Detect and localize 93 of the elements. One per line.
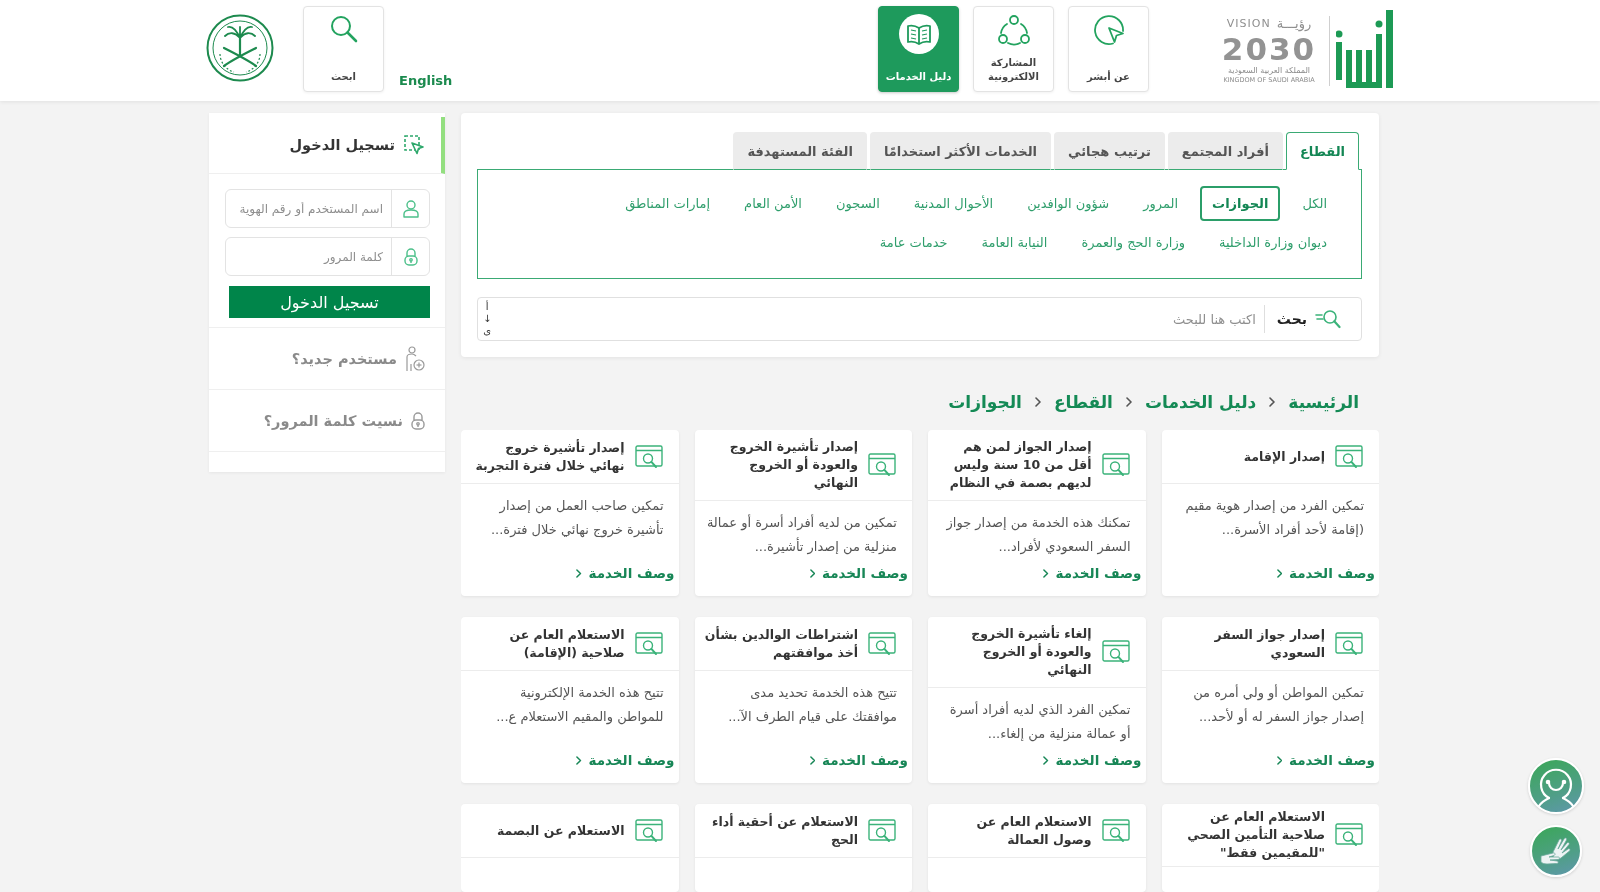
chevron-icon <box>576 755 582 765</box>
breadcrumb-link[interactable]: القطاع <box>1053 392 1113 412</box>
service-title: الاستعلام العام عن صلاحية (الإقامة) <box>508 625 625 662</box>
chevron-icon <box>1125 397 1132 407</box>
service-link[interactable]: وصف الخدمة <box>1043 746 1142 768</box>
chevron-icon <box>1034 397 1041 407</box>
service-title: إصدار الإقامة <box>1242 447 1325 466</box>
logo-text: المملكة العربية السعودية <box>1227 66 1311 76</box>
service-title: الاستعلام عن البصمة <box>495 821 625 840</box>
language-link[interactable]: English <box>399 73 453 88</box>
search-input[interactable]: اكتب هنا للبحث <box>493 298 1256 340</box>
service-link[interactable]: وصف الخدمة <box>576 559 675 581</box>
search-icon <box>1315 309 1341 329</box>
logo-year: 2030 <box>1221 32 1317 66</box>
window-search-icon <box>868 818 896 843</box>
sidebar-link[interactable]: نسيت كلمة المرور؟ <box>209 390 445 452</box>
tab[interactable]: ترتيب هجائي <box>1054 132 1165 170</box>
sector-chip[interactable]: الجوازات <box>1200 186 1281 221</box>
service-title: الاستعلام العام عن وصول العمالة <box>975 812 1092 849</box>
service-description: تتيح هذه الخدمة الإلكترونية للمواطن والمقيم الاستعلام ع... <box>495 684 664 727</box>
window-search-icon <box>868 631 896 656</box>
search-icon <box>328 14 359 44</box>
service-description: تمكين المواطن أو ولي أمره من إصدار جواز السفر له أو لأحد... <box>1192 683 1364 727</box>
nav-tile[interactable]: المشاركة الالكترونية <box>973 6 1054 92</box>
nav-tile[interactable]: دليل الخدمات <box>878 6 959 92</box>
service-description: تمكين الفرد الذي لديه أفراد أسرة أو عمالة منزلية من إلغاء... <box>948 700 1131 744</box>
window-search-icon <box>868 453 896 477</box>
window-search-icon <box>1101 818 1130 843</box>
service-title: إصدار الجواز لمن هم أقل من 10 سنة وليس لديهم بصمة في النظام <box>948 438 1092 492</box>
login-title: تسجيل الدخول <box>289 137 395 153</box>
service-title: إصدار تأشيرة الخروج والعودة أو الخروج النهائي <box>728 438 858 492</box>
window-search-icon <box>1335 444 1363 469</box>
cursor-select-icon <box>404 135 424 155</box>
chevron-icon <box>1276 568 1282 578</box>
chevron-icon <box>1043 568 1049 578</box>
search-tile[interactable]: ابحث <box>303 6 384 92</box>
smiley-button[interactable] <box>1528 758 1584 814</box>
service-link[interactable]: وصف الخدمة <box>1043 559 1142 581</box>
service-link[interactable]: وصف الخدمة <box>809 746 908 768</box>
chevron-icon <box>1269 397 1276 407</box>
service-title: الاستعلام عن أحقية أداء الحج <box>711 812 858 849</box>
hands-button[interactable] <box>1530 825 1582 877</box>
lock-icon <box>411 411 425 430</box>
lock-icon <box>403 247 418 266</box>
service-title: اشتراطات الوالدين بشأن أخذ موافقتهم <box>703 625 858 662</box>
service-title: الاستعلام العام عن صلاحية التأمين الصحي "للمقيمين فقط" <box>1186 808 1325 862</box>
user-plus-icon <box>405 345 425 372</box>
logo-text: رؤيـــة <box>1276 16 1312 32</box>
chevron-icon <box>1043 755 1049 765</box>
window-search-icon <box>1335 823 1363 847</box>
search-field[interactable]: بحث اكتب هنا للبحث أ ↓ ى <box>477 297 1362 341</box>
chevron-icon <box>809 755 815 765</box>
window-search-icon <box>634 818 663 843</box>
tab[interactable]: الخدمات الأكثر استخدامًا <box>869 132 1052 170</box>
sidebar-link[interactable]: مستخدم جديد؟ <box>209 328 445 390</box>
service-title: إصدار تأشيرة خروج نهائي خلال فترة التجربة <box>474 438 625 475</box>
pointer-circle-icon <box>1092 14 1125 46</box>
logo-text: VISION <box>1226 16 1271 32</box>
tab[interactable]: الفئة المستهدفة <box>733 132 867 170</box>
window-search-icon <box>1101 453 1130 477</box>
login-button[interactable]: تسجيل الدخول <box>229 286 430 318</box>
service-description: تمكين صاحب العمل من إصدار تأشيرة خروج نهائي خلال فترة... <box>489 497 664 540</box>
breadcrumb-link[interactable]: دليل الخدمات <box>1144 392 1257 412</box>
service-title: إلغاء تأشيرة الخروج والعودة أو الخروج النهائي <box>970 625 1092 679</box>
hands-icon <box>1539 836 1573 866</box>
palm-swords-emblem-icon <box>206 14 274 82</box>
chevron-icon <box>576 568 582 578</box>
sort-toggle[interactable]: أ ↓ ى <box>481 301 494 337</box>
window-search-icon <box>634 631 663 656</box>
service-link[interactable]: وصف الخدمة <box>1276 559 1375 581</box>
window-search-icon <box>1335 631 1363 656</box>
service-link[interactable]: وصف الخدمة <box>809 559 908 581</box>
network-icon <box>996 14 1031 46</box>
service-description: تمكين الفرد من إصدار هوية مقيم (إقامة لأحد أفراد الأسرة... <box>1184 497 1364 540</box>
breadcrumb-link[interactable]: الجوازات <box>948 392 1022 412</box>
breadcrumb-link[interactable]: الرئيسية <box>1288 392 1359 412</box>
search-button[interactable]: بحث <box>1276 309 1341 329</box>
chevron-icon <box>1276 755 1282 765</box>
service-description: تتيح هذه الخدمة تحديد مدى موافقتك على قيام الطرف الآ... <box>727 684 897 727</box>
service-title: إصدار جواز السفر السعودي <box>1213 625 1325 662</box>
password-field[interactable]: كلمة المرور <box>225 237 430 276</box>
chevron-icon <box>809 568 815 578</box>
service-description: تمكين من لديه أفراد أسرة أو عمالة منزلية من إصدار تأشيرة... <box>705 513 897 557</box>
window-search-icon <box>634 444 663 469</box>
tab[interactable]: القطاع <box>1285 132 1359 170</box>
book-icon <box>898 14 939 54</box>
service-link[interactable]: وصف الخدمة <box>576 746 675 768</box>
tab[interactable]: أفراد المجتمع <box>1167 132 1283 170</box>
nav-tile[interactable]: عن أبشر <box>1068 6 1149 92</box>
service-link[interactable]: وصف الخدمة <box>1276 746 1375 768</box>
window-search-icon <box>1101 640 1130 664</box>
service-description: تمكنك هذه الخدمة من إصدار جواز السفر السعودي لأفراد... <box>945 514 1131 557</box>
user-icon <box>402 199 419 218</box>
